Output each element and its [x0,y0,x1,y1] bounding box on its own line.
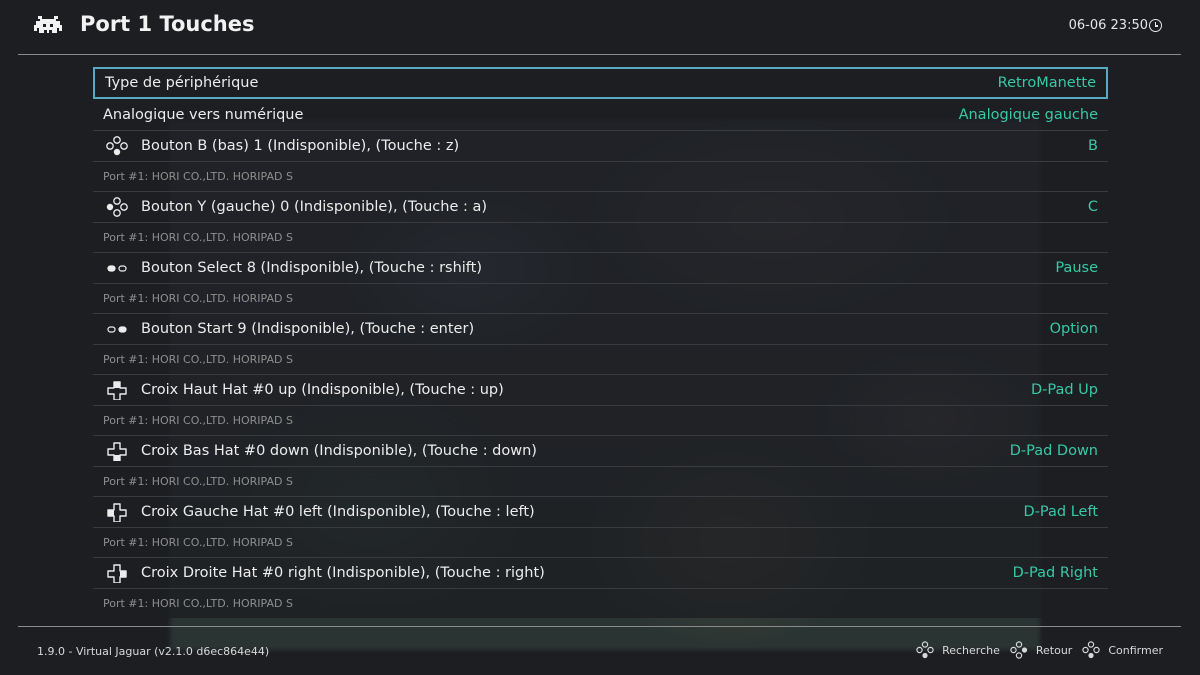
binding-left: Bouton Start 9 (Indisponible), (Touche :… [105,319,474,339]
binding-row[interactable]: Bouton Y (gauche) 0 (Indisponible), (Tou… [93,191,1108,222]
port-text: Port #1: HORI CO.,LTD. HORIPAD S [103,231,293,244]
select-button-icon [107,265,127,272]
binding-value: Option [1049,321,1098,337]
face-buttons-icon [916,641,934,659]
binding-value: B [1088,138,1098,154]
binding-port-sublabel: Port #1: HORI CO.,LTD. HORIPAD S [93,222,1108,252]
binding-left: Croix Bas Hat #0 down (Indisponible), (T… [105,441,537,461]
dpad-up-icon [107,381,127,400]
dpad-down-icon [107,442,127,461]
help-label: Recherche [942,643,1000,657]
binding-row[interactable]: Croix Haut Hat #0 up (Indisponible), (To… [93,374,1108,405]
port-text: Port #1: HORI CO.,LTD. HORIPAD S [103,414,293,427]
binding-row[interactable]: Croix Bas Hat #0 down (Indisponible), (T… [93,435,1108,466]
clock-icon [1149,19,1162,32]
face-buttons-left-icon [106,197,128,217]
start-button-icon [107,326,127,333]
port-text: Port #1: HORI CO.,LTD. HORIPAD S [103,597,293,610]
header-divider [18,54,1181,55]
port-text: Port #1: HORI CO.,LTD. HORIPAD S [103,475,293,488]
help-label: Confirmer [1108,643,1163,657]
binding-row[interactable]: Bouton Select 8 (Indisponible), (Touche … [93,252,1108,283]
page-title: Port 1 Touches [80,12,255,36]
dpad-left-icon [107,503,127,522]
binding-value: D-Pad Up [1030,382,1098,398]
binding-value: C [1087,199,1098,215]
port-text: Port #1: HORI CO.,LTD. HORIPAD S [103,536,293,549]
face-buttons-icon [1082,641,1101,659]
setting-analog-to-digital[interactable]: Analogique vers numérique Analogique gau… [93,99,1108,130]
binding-value: D-Pad Right [1012,565,1098,581]
binding-left: Bouton Select 8 (Indisponible), (Touche … [105,258,482,278]
binding-label: Bouton B (bas) 1 (Indisponible), (Touche… [141,138,460,154]
binding-port-sublabel: Port #1: HORI CO.,LTD. HORIPAD S [93,405,1108,435]
port-text: Port #1: HORI CO.,LTD. HORIPAD S [103,292,293,305]
binding-value: D-Pad Down [1009,443,1098,459]
binding-left: Croix Haut Hat #0 up (Indisponible), (To… [105,380,504,400]
footer-divider [18,626,1181,627]
binding-left: Bouton B (bas) 1 (Indisponible), (Touche… [105,136,459,156]
binding-label: Croix Droite Hat #0 right (Indisponible)… [141,565,545,581]
version-text: 1.9.0 - Virtual Jaguar (v2.1.0 d6ec864e4… [37,645,270,658]
help-back[interactable]: Retour [1010,641,1072,659]
binding-port-sublabel: Port #1: HORI CO.,LTD. HORIPAD S [93,466,1108,496]
dpad-right-icon [107,564,127,583]
binding-row[interactable]: Croix Gauche Hat #0 left (Indisponible),… [93,496,1108,527]
face-buttons-icon [1010,641,1027,659]
binding-port-sublabel: Port #1: HORI CO.,LTD. HORIPAD S [93,283,1108,313]
face-buttons-bottom-icon [106,136,128,156]
clock-text: 06-06 23:50 [1068,18,1148,33]
setting-label: Type de périphérique [105,75,259,91]
help-search[interactable]: Recherche [916,641,1000,659]
port-text: Port #1: HORI CO.,LTD. HORIPAD S [103,353,293,366]
binding-label: Croix Gauche Hat #0 left (Indisponible),… [141,504,535,520]
header: Port 1 Touches 06-06 23:50 [0,0,1200,54]
binding-label: Bouton Y (gauche) 0 (Indisponible), (Tou… [141,199,488,215]
binding-port-sublabel: Port #1: HORI CO.,LTD. HORIPAD S [93,161,1108,191]
setting-device-type[interactable]: Type de périphérique RetroManette [93,67,1108,99]
retroarch-invader-icon [34,16,62,33]
binding-value: Pause [1055,260,1098,276]
footer-help: Recherche Retour Confirmer [906,641,1163,659]
port-text: Port #1: HORI CO.,LTD. HORIPAD S [103,170,293,183]
binding-label: Croix Haut Hat #0 up (Indisponible), (To… [141,382,504,398]
binding-label: Bouton Start 9 (Indisponible), (Touche :… [141,321,475,337]
binding-row[interactable]: Croix Droite Hat #0 right (Indisponible)… [93,557,1108,588]
binding-row[interactable]: Bouton B (bas) 1 (Indisponible), (Touche… [93,130,1108,161]
binding-value: D-Pad Left [1023,504,1098,520]
binding-label: Croix Bas Hat #0 down (Indisponible), (T… [141,443,537,459]
binding-port-sublabel: Port #1: HORI CO.,LTD. HORIPAD S [93,588,1108,618]
binding-port-sublabel: Port #1: HORI CO.,LTD. HORIPAD S [93,527,1108,557]
settings-list: Type de périphérique RetroManette Analog… [93,67,1108,618]
binding-left: Croix Gauche Hat #0 left (Indisponible),… [105,502,535,522]
setting-value: Analogique gauche [958,106,1098,123]
screen: Port 1 Touches 06-06 23:50 Type de périp… [0,0,1200,675]
setting-label: Analogique vers numérique [103,106,304,123]
binding-left: Bouton Y (gauche) 0 (Indisponible), (Tou… [105,197,487,217]
help-confirm[interactable]: Confirmer [1082,641,1163,659]
setting-value: RetroManette [997,75,1096,91]
binding-row[interactable]: Bouton Start 9 (Indisponible), (Touche :… [93,313,1108,344]
binding-label: Bouton Select 8 (Indisponible), (Touche … [141,260,482,276]
binding-left: Croix Droite Hat #0 right (Indisponible)… [105,563,545,583]
help-label: Retour [1035,643,1073,657]
binding-port-sublabel: Port #1: HORI CO.,LTD. HORIPAD S [93,344,1108,374]
